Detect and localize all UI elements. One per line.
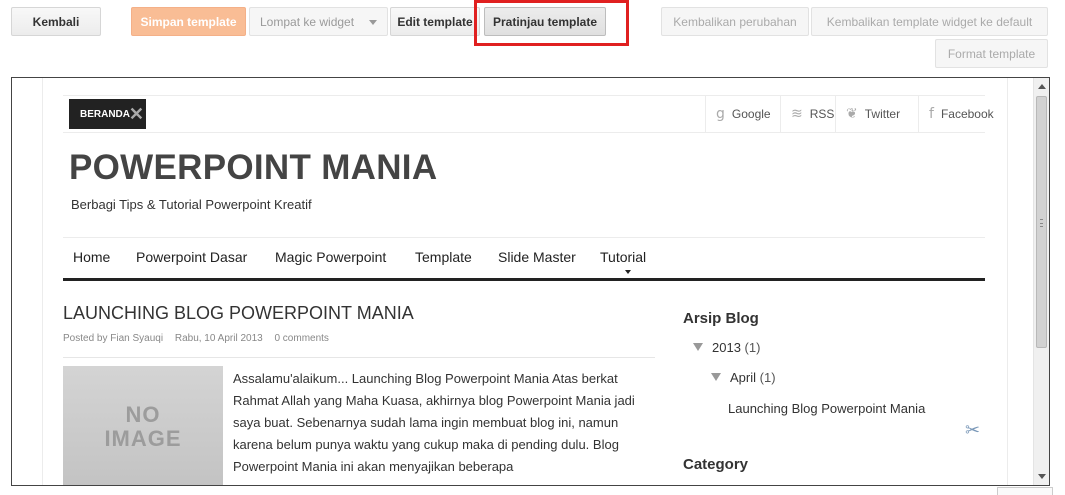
no-image-line-2: IMAGE [104, 425, 182, 451]
post-meta: Posted by Fian Syauqi Rabu, 10 April 201… [63, 333, 338, 344]
grip-icon [1040, 219, 1043, 227]
edit-template-button[interactable]: Edit template [390, 7, 480, 36]
facebook-icon: f [929, 106, 934, 122]
rss-icon: ≋ [791, 106, 803, 122]
blog-title[interactable]: POWERPOINT MANIA [69, 148, 437, 188]
format-template-button[interactable]: Format template [935, 39, 1048, 68]
archive-year-count: (1) [744, 340, 761, 355]
post-title[interactable]: LAUNCHING BLOG POWERPOINT MANIA [63, 303, 414, 324]
vertical-scrollbar[interactable] [1033, 78, 1049, 485]
social-facebook-label: Facebook [940, 107, 994, 121]
scroll-down-arrow-icon[interactable] [1038, 474, 1046, 479]
nav-item-home[interactable]: Home [73, 249, 110, 265]
social-facebook[interactable]: f Facebook [918, 96, 994, 132]
archive-heading: Arsip Blog [683, 310, 759, 327]
nav-item-magic-powerpoint[interactable]: Magic Powerpoint [275, 249, 386, 265]
social-twitter[interactable]: ❦ Twitter [835, 96, 900, 132]
post-excerpt: Assalamu'alaikum... Launching Blog Power… [233, 371, 635, 474]
archive-month-label: April [730, 370, 757, 385]
blog-description: Berbagi Tips & Tutorial Powerpoint Kreat… [71, 197, 312, 212]
archive-year-label: 2013 [712, 340, 741, 355]
post-divider [63, 357, 655, 358]
social-google[interactable]: g Google [705, 96, 771, 132]
save-template-button[interactable]: Simpan template [131, 7, 246, 36]
archive-month-count: (1) [759, 370, 776, 385]
social-google-label: Google [731, 107, 771, 121]
submenu-caret-icon [625, 270, 631, 274]
social-twitter-label: Twitter [864, 107, 901, 121]
google-icon: g [716, 106, 725, 122]
social-rss-label: RSS [809, 107, 835, 121]
home-badge-label: BERANDA [80, 108, 130, 120]
jump-to-widget-label: Lompat ke widget [260, 14, 355, 29]
chevron-down-icon [369, 20, 377, 25]
nav-item-tutorial-label: Tutorial [600, 249, 647, 265]
template-preview-frame: BERANDA ✕ g Google ≋ RSS ❦ Twitter f Fac… [11, 77, 1050, 486]
blog-top-bar: BERANDA ✕ g Google ≋ RSS ❦ Twitter f Fac… [63, 95, 994, 133]
revert-changes-button[interactable]: Kembalikan perubahan [661, 7, 809, 36]
post-author[interactable]: Posted by Fian Syauqi [63, 333, 163, 344]
nav-item-tutorial[interactable]: Tutorial [600, 249, 647, 274]
scrollbar-thumb[interactable] [1036, 96, 1047, 348]
archive-post-link[interactable]: Launching Blog Powerpoint Mania [728, 401, 925, 416]
back-button[interactable]: Kembali [11, 7, 101, 36]
post-comments-link[interactable]: 0 comments [274, 333, 328, 344]
home-badge[interactable]: BERANDA ✕ [69, 99, 146, 129]
nav-item-powerpoint-dasar[interactable]: Powerpoint Dasar [136, 249, 247, 265]
category-heading: Category [683, 456, 749, 473]
wrench-icon[interactable]: ✂ [965, 420, 980, 441]
no-image-line-1: NO [125, 401, 161, 427]
nav-item-slide-master[interactable]: Slide Master [498, 249, 576, 265]
social-rss[interactable]: ≋ RSS [780, 96, 834, 132]
archive-month-april[interactable]: April (1) [711, 370, 776, 385]
bottom-edge-element [997, 487, 1053, 495]
blog-page: BERANDA ✕ g Google ≋ RSS ❦ Twitter f Fac… [42, 78, 1008, 485]
main-nav: Home Powerpoint Dasar Magic Powerpoint T… [63, 237, 985, 281]
post-thumbnail[interactable]: NO IMAGE [63, 366, 223, 485]
triangle-down-icon [693, 343, 703, 351]
jump-to-widget-dropdown[interactable]: Lompat ke widget [249, 7, 388, 36]
post-date: Rabu, 10 April 2013 [174, 333, 263, 344]
twitter-icon: ❦ [846, 106, 858, 122]
tools-icon: ✕ [128, 104, 144, 124]
nav-item-template[interactable]: Template [415, 249, 472, 265]
triangle-down-icon [711, 373, 721, 381]
highlight-annotation [474, 0, 629, 46]
revert-widget-default-button[interactable]: Kembalikan template widget ke default [811, 7, 1048, 36]
scroll-up-arrow-icon[interactable] [1038, 84, 1046, 89]
archive-year-2013[interactable]: 2013 (1) [693, 340, 760, 355]
